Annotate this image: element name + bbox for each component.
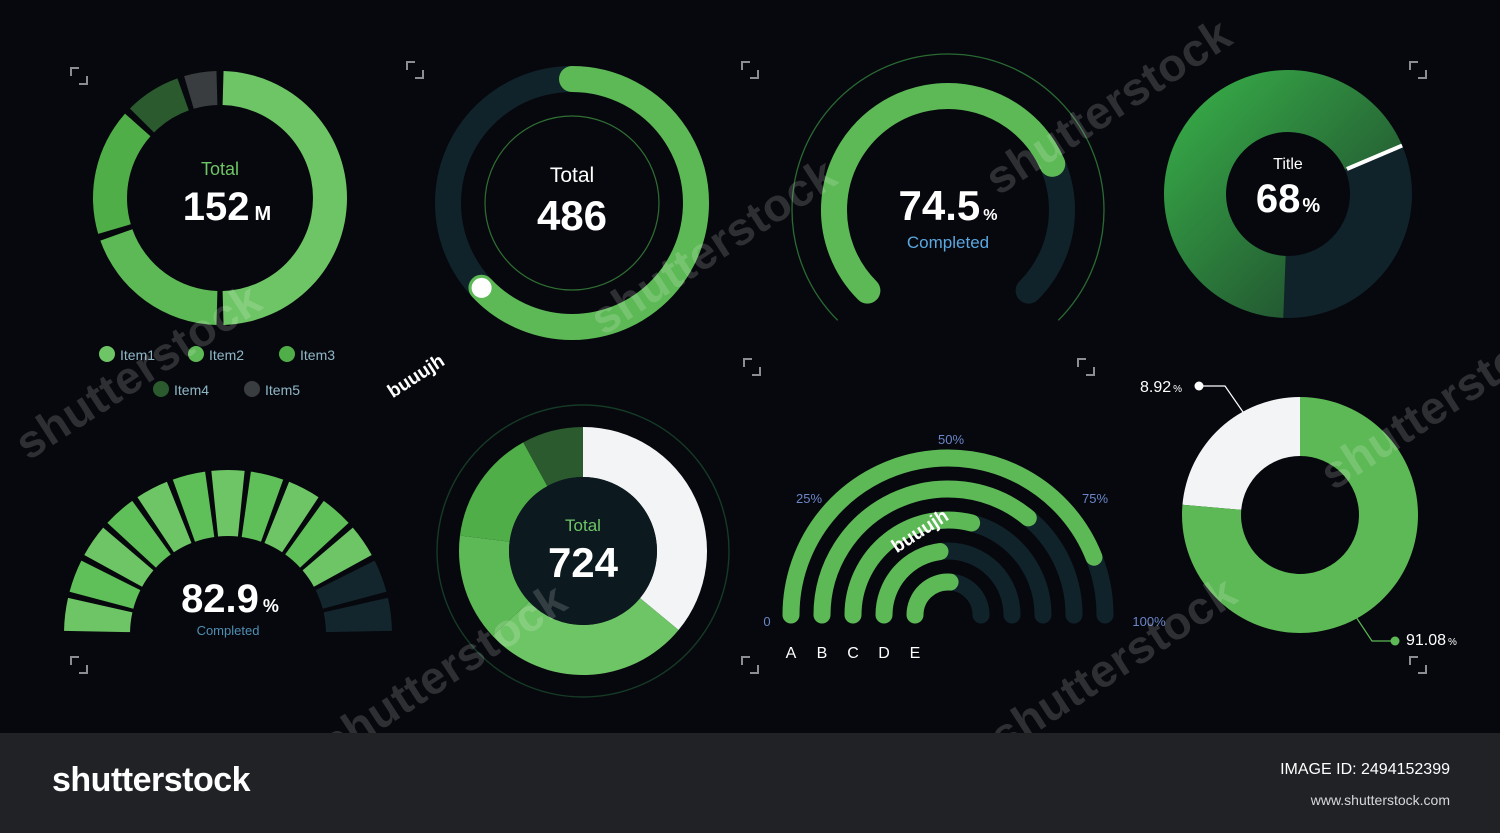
leader-line (1199, 385, 1244, 413)
category-label: D (878, 645, 890, 662)
scale-label: 25% (796, 491, 822, 506)
leader-dot (1390, 636, 1400, 646)
slice-label: 8.92% (1140, 379, 1182, 396)
crop-mark-icon (1408, 655, 1428, 675)
crop-mark-icon (405, 60, 425, 80)
category-label: C (847, 645, 859, 662)
center-value: 82.9% (181, 577, 279, 621)
radial-bar (906, 573, 959, 624)
gauge-segment (211, 470, 245, 537)
image-id-text: IMAGE ID: 2494152399 (1280, 761, 1450, 778)
crop-mark-icon (740, 60, 760, 80)
donut-segment (92, 113, 151, 234)
crop-mark-icon (69, 655, 89, 675)
scale-label: 50% (938, 432, 964, 447)
footer-logo[interactable]: shutterstock (52, 761, 251, 800)
center-label: Total (565, 516, 601, 535)
ring-knob (471, 277, 492, 298)
donut-segment (129, 78, 189, 133)
center-label: Title (1273, 156, 1303, 173)
legend-label: Item3 (300, 347, 335, 363)
donut-segment (184, 71, 218, 109)
crop-mark-icon (740, 655, 760, 675)
crop-mark-icon (69, 66, 89, 86)
scale-label: 0 (763, 614, 770, 629)
scale-label: 75% (1082, 491, 1108, 506)
leader-line (1355, 616, 1394, 642)
center-value: 152 M (183, 185, 271, 229)
center-value: 68% (1256, 177, 1321, 221)
center-value: 486 (537, 192, 607, 239)
status-label: Completed (907, 233, 989, 252)
center-value: 74.5% (899, 182, 998, 229)
legend-label: Item5 (265, 382, 300, 398)
crop-mark-icon (1408, 60, 1428, 80)
center-label: Total (201, 159, 239, 179)
category-label: A (786, 645, 797, 662)
legend-swatch (244, 381, 260, 397)
footer-bar: shutterstock IMAGE ID: 2494152399 www.sh… (0, 733, 1500, 833)
slice-label: 91.08% (1406, 632, 1457, 649)
status-label: Completed (197, 623, 260, 638)
crop-mark-icon (742, 357, 762, 377)
crop-mark-icon (1076, 357, 1096, 377)
dashboard-canvas: Total 152 M Item1 Item2 Item3 Item4 Item5 Total 4… (0, 0, 1500, 769)
category-label: E (910, 645, 921, 662)
legend-swatch (279, 346, 295, 362)
donut-slice (1182, 397, 1300, 510)
leader-dot (1194, 381, 1204, 391)
category-label: B (817, 645, 828, 662)
center-label: Total (550, 164, 594, 187)
legend-label: Item4 (174, 382, 209, 398)
center-value: 724 (548, 539, 619, 586)
site-url-link[interactable]: www.shutterstock.com (1311, 792, 1450, 808)
